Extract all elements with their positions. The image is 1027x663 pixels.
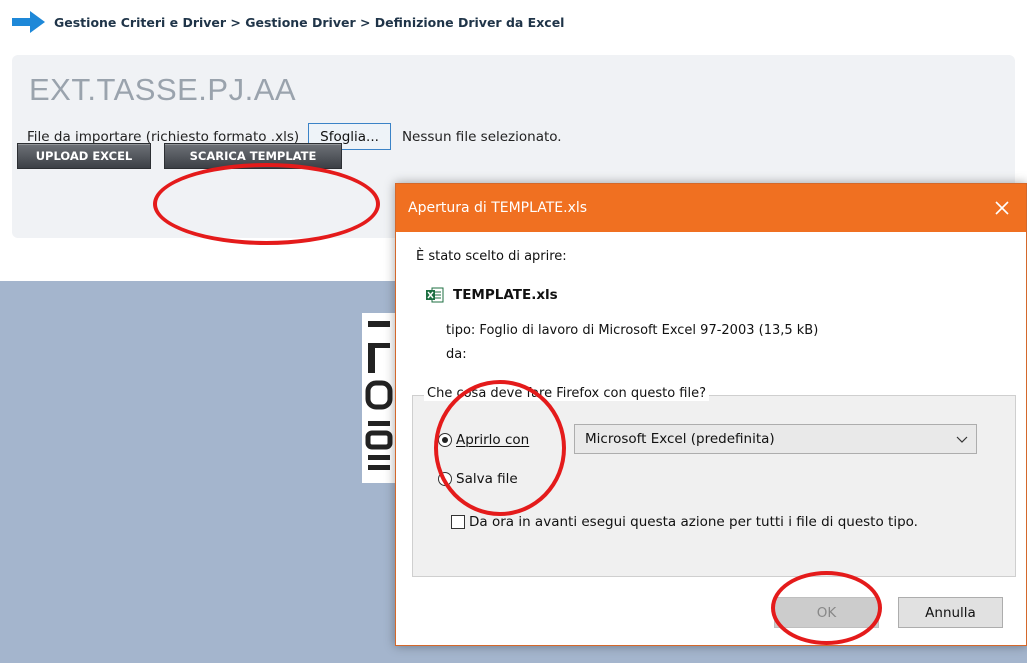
no-file-text: Nessun file selezionato. [401,128,562,145]
excel-file-icon [426,287,444,303]
file-name: TEMPLATE.xls [453,287,558,303]
rotated-graphic [362,313,398,483]
always-checkbox[interactable] [451,515,465,529]
arrow-right-icon [12,11,45,33]
open-with-option[interactable]: Aprirlo con [438,432,529,448]
cancel-button[interactable]: Annulla [898,597,1003,628]
dialog-title: Apertura di TEMPLATE.xls [408,200,588,216]
close-button[interactable] [990,196,1014,220]
rotated-graphic-shape [365,321,393,470]
save-file-option[interactable]: Salva file [438,471,518,487]
always-option[interactable]: Da ora in avanti esegui questa azione pe… [451,514,918,530]
page-title: EXT.TASSE.PJ.AA [29,72,297,107]
ok-button[interactable]: OK [774,597,879,628]
file-info: TEMPLATE.xls [426,287,558,303]
download-dialog: Apertura di TEMPLATE.xls È stato scelto … [395,183,1027,646]
chosen-label: È stato scelto di aprire: [416,249,567,264]
open-with-label: Aprirlo con [456,432,530,448]
open-with-select[interactable]: Microsoft Excel (predefinita) [574,424,977,454]
dialog-titlebar: Apertura di TEMPLATE.xls [396,184,1026,232]
breadcrumb: Gestione Criteri e Driver > Gestione Dri… [12,8,564,36]
always-label: Da ora in avanti esegui questa azione pe… [469,514,918,530]
open-with-radio[interactable] [438,433,452,447]
upload-excel-button[interactable]: UPLOAD EXCEL [17,143,151,169]
action-question: Che cosa deve fare Firefox con questo fi… [424,386,709,401]
file-type: tipo: Foglio di lavoro di Microsoft Exce… [446,323,819,338]
open-with-value: Microsoft Excel (predefinita) [585,431,775,447]
download-template-button[interactable]: SCARICA TEMPLATE [164,143,342,169]
close-icon [995,201,1009,215]
chevron-down-icon [956,436,968,443]
file-source: da: [446,347,467,362]
save-file-radio[interactable] [438,472,452,486]
breadcrumb-text: Gestione Criteri e Driver > Gestione Dri… [54,14,565,30]
save-file-label: Salva file [456,471,518,487]
